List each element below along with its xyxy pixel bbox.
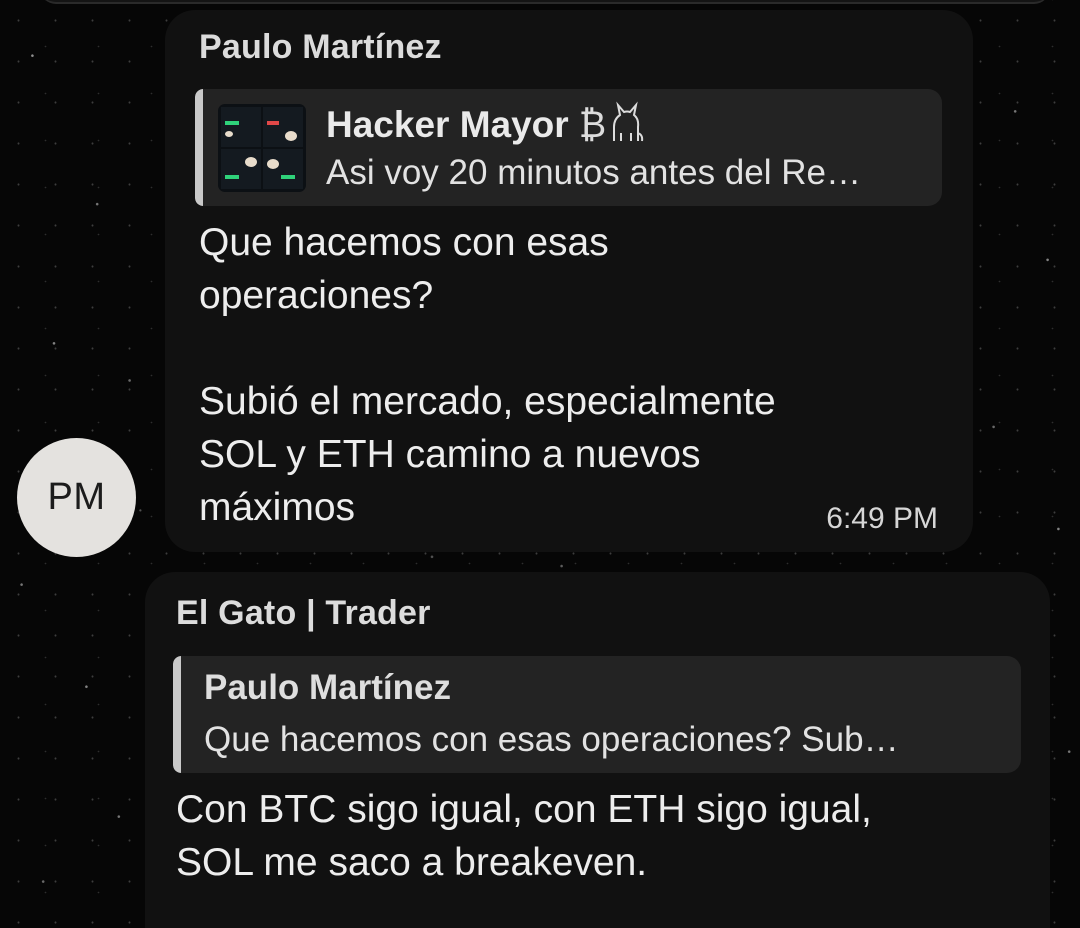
chat-background: Paulo Martínez Hacker Mayor ₿ Asi voy 20 …: [0, 0, 1080, 928]
message-line: SOL me saco a breakeven.: [176, 841, 648, 884]
previous-message-bubble-edge: [40, 0, 1050, 4]
bitcoin-icon: ₿: [578, 104, 607, 145]
thumbnail-panel: [263, 107, 303, 147]
sender-name[interactable]: Paulo Martínez: [199, 28, 442, 67]
message-line: Con BTC sigo igual, con ETH sigo igual,: [176, 788, 872, 831]
message-line: Subió el mercado, especialmente: [199, 380, 776, 423]
thumbnail-panel: [221, 149, 261, 189]
message-bubble-paulo[interactable]: Paulo Martínez Hacker Mayor ₿ Asi voy 20 …: [165, 10, 973, 552]
message-line: operaciones?: [199, 274, 434, 317]
reply-snippet: Que hacemos con esas operaciones? Sub…: [204, 720, 899, 759]
thumbnail-panel: [221, 107, 261, 147]
quoted-reply[interactable]: Hacker Mayor ₿ Asi voy 20 minutos antes d…: [195, 89, 942, 206]
message-line: SOL y ETH camino a nuevos: [199, 433, 701, 476]
avatar[interactable]: PM: [17, 438, 136, 557]
message-line: Que hacemos con esas: [199, 221, 609, 264]
message-text[interactable]: Con BTC sigo igual, con ETH sigo igual, …: [176, 783, 872, 889]
quoted-reply[interactable]: Paulo Martínez Que hacemos con esas oper…: [173, 656, 1021, 773]
reply-thumbnail-image: [218, 104, 306, 192]
reply-accent-bar: [173, 656, 181, 773]
reply-title: Hacker Mayor ₿: [326, 101, 644, 146]
reply-title-text: Hacker Mayor: [326, 104, 569, 145]
message-line: máximos: [199, 486, 356, 529]
thumbnail-panel: [263, 149, 303, 189]
reply-snippet: Asi voy 20 minutos antes del Re…: [326, 153, 861, 192]
reply-accent-bar: [195, 89, 203, 206]
message-text[interactable]: Que hacemos con esas operaciones? Subió …: [199, 216, 776, 534]
cat-icon: [613, 101, 644, 142]
sender-name[interactable]: El Gato | Trader: [176, 594, 431, 633]
reply-title: Paulo Martínez: [204, 668, 451, 707]
message-timestamp: 6:49 PM: [826, 502, 938, 535]
message-line: [199, 322, 776, 375]
message-bubble-el-gato[interactable]: El Gato | Trader Paulo Martínez Que hace…: [145, 572, 1050, 928]
